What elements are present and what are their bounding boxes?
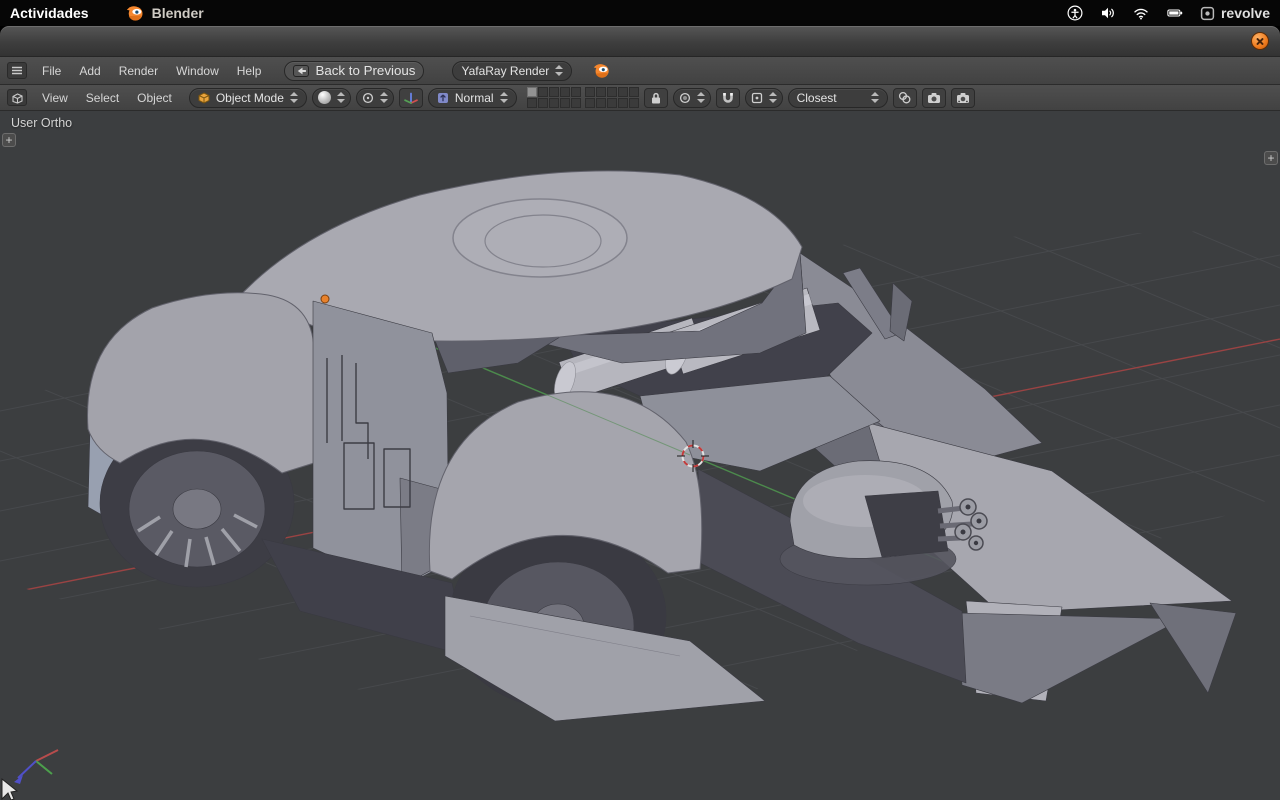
pivot-icon bbox=[362, 92, 374, 104]
proportional-edit-icon bbox=[679, 92, 691, 104]
object-mode-icon bbox=[198, 92, 210, 104]
dropdown-arrows-icon bbox=[871, 92, 879, 103]
pivot-point-select[interactable] bbox=[356, 88, 394, 108]
normal-orientation-icon bbox=[437, 92, 449, 104]
layer-cell[interactable] bbox=[596, 98, 606, 108]
wifi-icon[interactable] bbox=[1132, 4, 1150, 22]
snap-element-select[interactable] bbox=[745, 88, 783, 108]
layer-cell[interactable] bbox=[527, 98, 537, 108]
render-engine-value: YafaRay Render bbox=[461, 64, 549, 78]
editor-type-button[interactable] bbox=[7, 89, 27, 106]
menu-file[interactable]: File bbox=[33, 64, 70, 78]
dropdown-arrows-icon bbox=[337, 92, 345, 103]
revolve-label: revolve bbox=[1221, 5, 1270, 21]
scene-lock-button[interactable] bbox=[644, 88, 668, 108]
dropdown-arrows-icon bbox=[769, 92, 777, 103]
layer-cell[interactable] bbox=[596, 87, 606, 97]
layer-cell[interactable] bbox=[571, 98, 581, 108]
layer-cell[interactable] bbox=[629, 98, 639, 108]
mode-value: Object Mode bbox=[216, 91, 284, 105]
viewport-shading-select[interactable] bbox=[312, 88, 351, 108]
menu-view[interactable]: View bbox=[33, 91, 77, 105]
layers-grid-2[interactable] bbox=[585, 87, 639, 108]
region-expand-left[interactable]: + bbox=[2, 133, 16, 147]
layer-cell[interactable] bbox=[560, 98, 570, 108]
orientation-select[interactable]: Normal bbox=[428, 88, 517, 108]
window-titlebar[interactable] bbox=[0, 26, 1280, 57]
view-orientation-label: User Ortho bbox=[11, 116, 72, 130]
info-editor-header: File Add Render Window Help Back to Prev… bbox=[0, 57, 1280, 85]
layer-cell[interactable] bbox=[549, 98, 559, 108]
render-opengl-button[interactable] bbox=[922, 88, 946, 108]
editor-type-button[interactable] bbox=[7, 62, 27, 79]
snap-mode-value: Closest bbox=[797, 91, 837, 105]
layer-cell[interactable] bbox=[585, 87, 595, 97]
object-origin-dot bbox=[321, 295, 329, 303]
mode-select[interactable]: Object Mode bbox=[189, 88, 307, 108]
orientation-value: Normal bbox=[455, 91, 494, 105]
dropdown-arrows-icon bbox=[500, 92, 508, 103]
viewport-3d[interactable]: User Ortho + + bbox=[0, 111, 1280, 800]
blender-logo-icon bbox=[592, 61, 611, 80]
back-to-previous-button[interactable]: Back to Previous bbox=[284, 61, 424, 81]
layer-cell[interactable] bbox=[527, 87, 537, 97]
region-expand-right[interactable]: + bbox=[1264, 151, 1278, 165]
dropdown-arrows-icon bbox=[290, 92, 298, 103]
proportional-edit-select[interactable] bbox=[673, 88, 711, 108]
layer-cell[interactable] bbox=[629, 87, 639, 97]
layer-cell[interactable] bbox=[549, 87, 559, 97]
layer-cell[interactable] bbox=[618, 87, 628, 97]
back-to-previous-label: Back to Previous bbox=[315, 63, 415, 78]
layer-cell[interactable] bbox=[538, 87, 548, 97]
layers-grid-1[interactable] bbox=[527, 87, 581, 108]
blender-logo-icon bbox=[125, 3, 145, 23]
menu-render[interactable]: Render bbox=[110, 64, 167, 78]
scene-svg[interactable] bbox=[0, 111, 1280, 800]
view3d-editor-header: View Select Object Object Mode bbox=[0, 85, 1280, 111]
app-title-label: Blender bbox=[152, 5, 204, 21]
layer-cell[interactable] bbox=[585, 98, 595, 108]
shading-sphere-icon bbox=[318, 91, 331, 104]
render-opengl-anim-button[interactable] bbox=[951, 88, 975, 108]
snap-peel-button[interactable] bbox=[893, 88, 917, 108]
dropdown-arrows-icon bbox=[555, 65, 563, 76]
snap-element-icon bbox=[751, 92, 763, 104]
layer-cell[interactable] bbox=[618, 98, 628, 108]
layer-cell[interactable] bbox=[607, 87, 617, 97]
accessibility-icon[interactable] bbox=[1066, 4, 1084, 22]
snap-toggle-button[interactable] bbox=[716, 88, 740, 108]
back-arrow-icon bbox=[293, 65, 309, 77]
menu-window[interactable]: Window bbox=[167, 64, 228, 78]
revolve-icon bbox=[1200, 6, 1215, 21]
active-app-menu[interactable]: Blender bbox=[125, 3, 204, 23]
menu-select[interactable]: Select bbox=[77, 91, 128, 105]
gnome-top-bar: Actividades Blender bbox=[0, 0, 1280, 26]
volume-icon[interactable] bbox=[1099, 4, 1117, 22]
menu-help[interactable]: Help bbox=[228, 64, 271, 78]
menu-add[interactable]: Add bbox=[70, 64, 109, 78]
activities-button[interactable]: Actividades bbox=[10, 5, 89, 21]
close-button[interactable] bbox=[1251, 32, 1269, 50]
close-icon bbox=[1256, 37, 1265, 46]
snap-mode-select[interactable]: Closest bbox=[788, 88, 888, 108]
layer-cell[interactable] bbox=[560, 87, 570, 97]
dropdown-arrows-icon bbox=[380, 92, 388, 103]
render-engine-select[interactable]: YafaRay Render bbox=[452, 61, 572, 81]
layer-cell[interactable] bbox=[538, 98, 548, 108]
revolve-indicator[interactable]: revolve bbox=[1200, 5, 1270, 21]
battery-icon[interactable] bbox=[1165, 4, 1185, 22]
layer-cell[interactable] bbox=[571, 87, 581, 97]
dropdown-arrows-icon bbox=[697, 92, 705, 103]
menu-object[interactable]: Object bbox=[128, 91, 181, 105]
layer-cell[interactable] bbox=[607, 98, 617, 108]
blender-window: File Add Render Window Help Back to Prev… bbox=[0, 26, 1280, 800]
manipulator-toggle[interactable] bbox=[399, 88, 423, 108]
screen: Actividades Blender bbox=[0, 0, 1280, 800]
